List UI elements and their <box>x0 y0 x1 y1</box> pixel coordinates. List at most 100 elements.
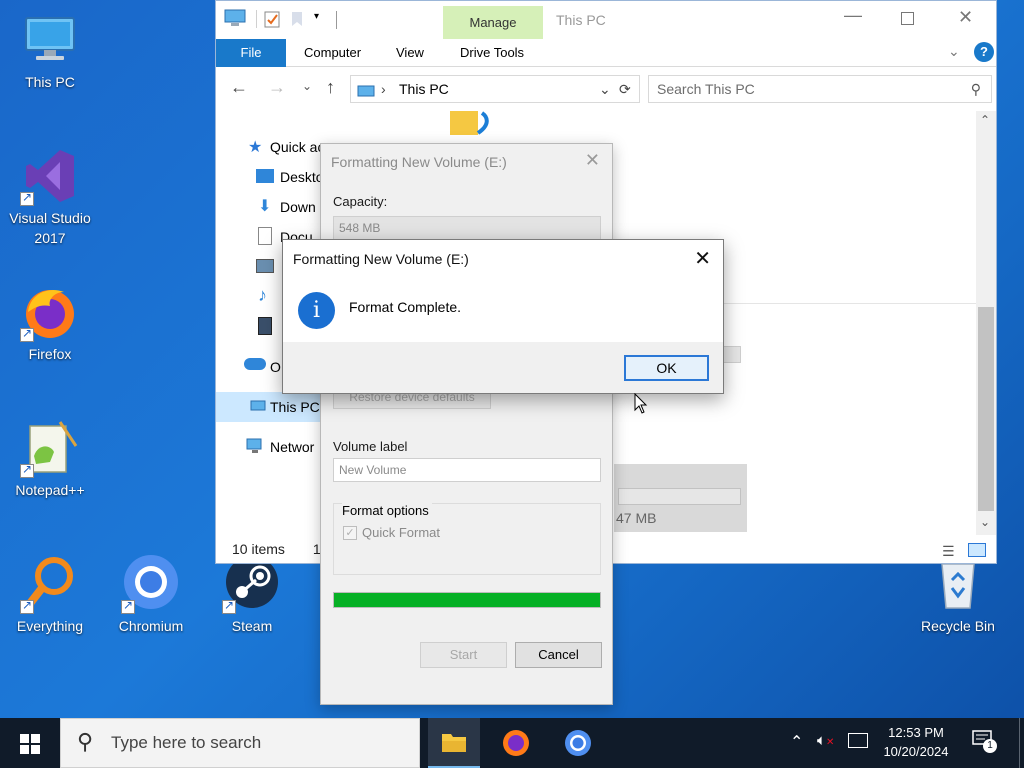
windows-start-icon[interactable] <box>20 734 40 757</box>
chromium-icon <box>121 554 181 614</box>
folder-icon <box>442 734 466 752</box>
computer-icon <box>250 400 266 416</box>
close-icon[interactable]: ✕ <box>958 7 973 28</box>
tab-computer[interactable]: Computer <box>292 39 373 67</box>
recent-locations-icon[interactable]: ⌄ <box>302 79 312 93</box>
large-icons-view-icon[interactable] <box>968 543 986 557</box>
chevron-up-icon[interactable]: ⌃ <box>790 732 803 752</box>
desktop-icon-steam[interactable]: Steam <box>204 554 300 636</box>
customize-quick-access-icon[interactable]: ▾ <box>314 11 319 22</box>
forward-arrow-icon[interactable]: → <box>268 77 286 98</box>
tab-file[interactable]: File <box>216 39 286 67</box>
show-desktop-button[interactable] <box>1019 718 1020 768</box>
vertical-scrollbar[interactable]: ⌃ ⌄ <box>976 111 996 535</box>
title-bar[interactable]: ▾ Manage This PC — ✕ <box>216 1 996 39</box>
format-options-group: Format options ✓ Quick Format <box>333 503 601 575</box>
nav-downloads[interactable]: Down <box>280 196 316 218</box>
speaker-muted-icon[interactable]: 🔈︎✕ <box>817 732 834 749</box>
clock[interactable]: 12:53 PM 10/20/2024 <box>876 723 956 761</box>
search-icon: ⚲ <box>970 81 981 97</box>
shortcut-arrow-icon <box>20 190 34 206</box>
help-icon[interactable]: ? <box>974 42 994 62</box>
tab-view[interactable]: View <box>384 39 436 67</box>
taskbar-chromium[interactable] <box>552 718 604 768</box>
shortcut-arrow-icon <box>20 462 34 478</box>
up-arrow-icon[interactable]: ↑ <box>326 77 335 98</box>
download-icon: ⬇ <box>258 198 272 215</box>
chromium-icon <box>565 730 591 756</box>
volume-label-value: New Volume <box>339 463 407 477</box>
nav-network[interactable]: Networ <box>270 436 314 458</box>
format-dialog[interactable]: Formatting New Volume (E:) ✕ Capacity: 5… <box>320 143 613 705</box>
desktop-icon-notepadpp[interactable]: Notepad++ <box>2 418 98 500</box>
desktop-icon-label: Firefox <box>28 346 72 362</box>
firefox-icon <box>503 730 529 756</box>
close-icon[interactable]: ✕ <box>694 246 711 271</box>
search-placeholder: Search This PC <box>657 81 755 97</box>
back-arrow-icon[interactable]: ← <box>230 77 248 98</box>
divider <box>256 10 257 28</box>
address-bar[interactable]: › This PC ⌄ ⟳ <box>350 75 640 103</box>
nav-desktop[interactable]: Deskto <box>280 166 324 188</box>
volume-label-input[interactable]: New Volume <box>333 458 601 482</box>
properties-icon[interactable] <box>264 10 280 31</box>
nav-this-pc[interactable]: This PC <box>270 396 320 418</box>
onedrive-icon <box>244 358 266 370</box>
format-complete-messagebox[interactable]: Formatting New Volume (E:) ✕ i Format Co… <box>282 239 724 394</box>
taskbar: ⚲ Type here to search ⌃ 🔈︎✕ 12:53 PM 10/… <box>0 718 1024 768</box>
format-options-label: Format options <box>342 503 432 518</box>
cancel-button[interactable]: Cancel <box>515 642 602 668</box>
tab-drive-tools[interactable]: Drive Tools <box>448 39 536 67</box>
desktop-icon-this-pc[interactable]: This PC <box>2 10 98 92</box>
quick-format-checkbox[interactable]: ✓ <box>343 526 357 540</box>
scroll-thumb[interactable] <box>978 307 994 511</box>
star-icon: ★ <box>248 139 263 156</box>
scroll-up-icon[interactable]: ⌃ <box>980 113 990 127</box>
taskbar-search-box[interactable]: ⚲ Type here to search <box>60 718 420 768</box>
capacity-label: Capacity: <box>333 194 388 209</box>
desktop-icon-recycle-bin[interactable]: Recycle Bin <box>910 554 1006 636</box>
dialog-title: Formatting New Volume (E:) <box>331 154 507 170</box>
details-view-icon[interactable]: ☰ <box>942 543 955 560</box>
capacity-value: 548 MB <box>339 221 381 235</box>
desktop-icon-visual-studio[interactable]: Visual Studio 2017 <box>2 146 98 248</box>
nav-onedrive[interactable]: O <box>270 356 281 378</box>
manage-contextual-tab[interactable]: Manage <box>443 6 543 39</box>
desktop-icon <box>256 169 274 183</box>
messagebox-title: Formatting New Volume (E:) <box>293 251 469 267</box>
taskbar-firefox[interactable] <box>490 718 542 768</box>
notification-center-icon[interactable]: 1 <box>972 730 997 753</box>
nav-quick-access[interactable]: Quick ac <box>270 136 324 158</box>
clock-date: 10/20/2024 <box>883 744 949 759</box>
drive-tile-selected[interactable]: 47 MB <box>614 464 747 532</box>
maximize-icon[interactable] <box>901 12 914 25</box>
desktop-icon-label: Recycle Bin <box>921 618 995 634</box>
desktop-icon-chromium[interactable]: Chromium <box>103 554 199 636</box>
quick-format-label: Quick Format <box>362 525 441 540</box>
desktop-icon-label: This PC <box>25 74 75 90</box>
refresh-icon[interactable]: ⟳ <box>619 76 631 102</box>
start-button[interactable]: Start <box>420 642 507 668</box>
ok-button[interactable]: OK <box>624 355 709 381</box>
desktop-icon-label: Steam <box>231 618 273 634</box>
search-box[interactable]: Search This PC ⚲ <box>648 75 992 103</box>
computer-icon <box>357 81 375 107</box>
desktop-icon-everything[interactable]: Everything <box>2 554 98 636</box>
taskbar-file-explorer[interactable] <box>428 718 480 768</box>
taskbar-search-placeholder: Type here to search <box>111 733 262 752</box>
new-folder-icon[interactable] <box>290 11 304 30</box>
desktop-icon-firefox[interactable]: Firefox <box>2 282 98 364</box>
window-title: This PC <box>556 12 606 28</box>
messagebox-text: Format Complete. <box>349 299 462 315</box>
ribbon-tabs: File Computer View Drive Tools ⌄ ? <box>216 39 996 67</box>
expand-ribbon-icon[interactable]: ⌄ <box>948 43 960 60</box>
chevron-down-icon[interactable]: ⌄ <box>599 76 611 102</box>
computer-icon <box>20 10 80 70</box>
minimize-icon[interactable]: — <box>844 5 862 26</box>
network-icon[interactable] <box>848 733 868 748</box>
scroll-down-icon[interactable]: ⌄ <box>980 515 990 529</box>
close-icon[interactable]: ✕ <box>585 150 600 171</box>
divider <box>336 11 337 29</box>
capacity-select[interactable]: 548 MB <box>333 216 601 240</box>
desktop-icon-label: Chromium <box>118 618 184 634</box>
